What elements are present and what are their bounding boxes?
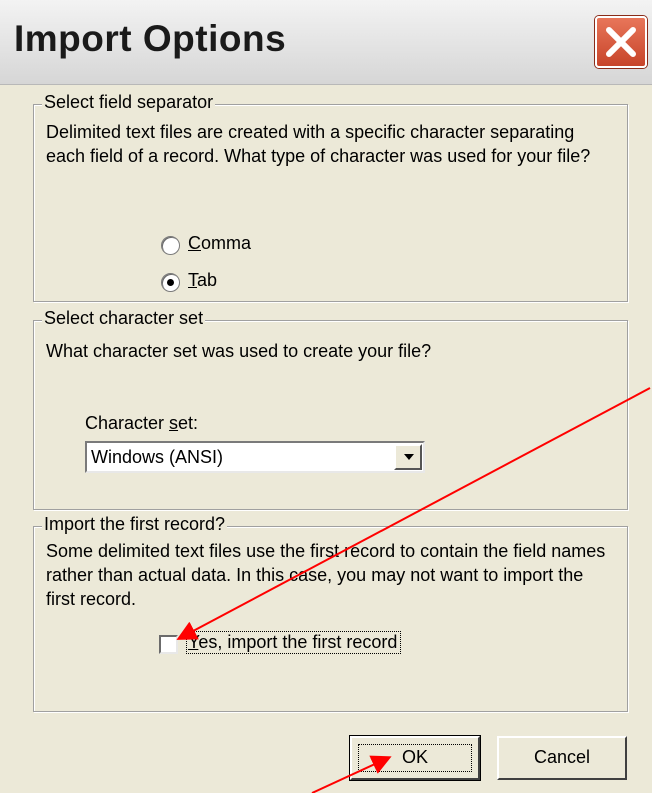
radio-comma[interactable]	[161, 236, 180, 255]
field-separator-legend: Select field separator	[42, 92, 216, 113]
radio-tab[interactable]	[161, 273, 180, 292]
import-options-dialog: Import Options Select field separator De…	[0, 0, 652, 793]
first-record-group: Import the first record? Some delimited …	[33, 514, 628, 712]
dropdown-arrow-button[interactable]	[394, 444, 422, 470]
character-set-label: Character set:	[85, 413, 199, 433]
field-separator-group: Select field separator Delimited text fi…	[33, 92, 628, 302]
cancel-button-label: Cancel	[533, 747, 591, 767]
title-bar[interactable]: Import Options	[0, 0, 652, 85]
cancel-button[interactable]: Cancel	[497, 736, 627, 780]
character-set-dropdown[interactable]: Windows (ANSI)	[85, 441, 425, 473]
chevron-down-icon	[404, 454, 414, 460]
character-set-question: What character set was used to create yo…	[46, 341, 432, 361]
character-set-group: Select character set What character set …	[33, 308, 628, 510]
first-record-description: Some delimited text files use the first …	[46, 541, 606, 609]
close-button[interactable]	[595, 16, 647, 68]
character-set-legend: Select character set	[42, 308, 206, 329]
first-record-legend: Import the first record?	[42, 514, 228, 535]
dialog-title: Import Options	[14, 18, 287, 59]
radio-selected-dot	[167, 279, 174, 286]
field-separator-description: Delimited text files are created with a …	[46, 122, 591, 166]
character-set-value: Windows (ANSI)	[91, 447, 224, 467]
import-first-record-checkbox[interactable]	[159, 635, 178, 654]
radio-tab-label[interactable]: Tab	[188, 270, 217, 291]
ok-button[interactable]: OK	[349, 735, 481, 781]
import-first-record-label[interactable]: Yes, import the first record	[185, 631, 402, 654]
focus-rectangle	[358, 744, 472, 772]
close-x-icon	[606, 27, 636, 57]
radio-comma-label[interactable]: Comma	[188, 233, 251, 254]
